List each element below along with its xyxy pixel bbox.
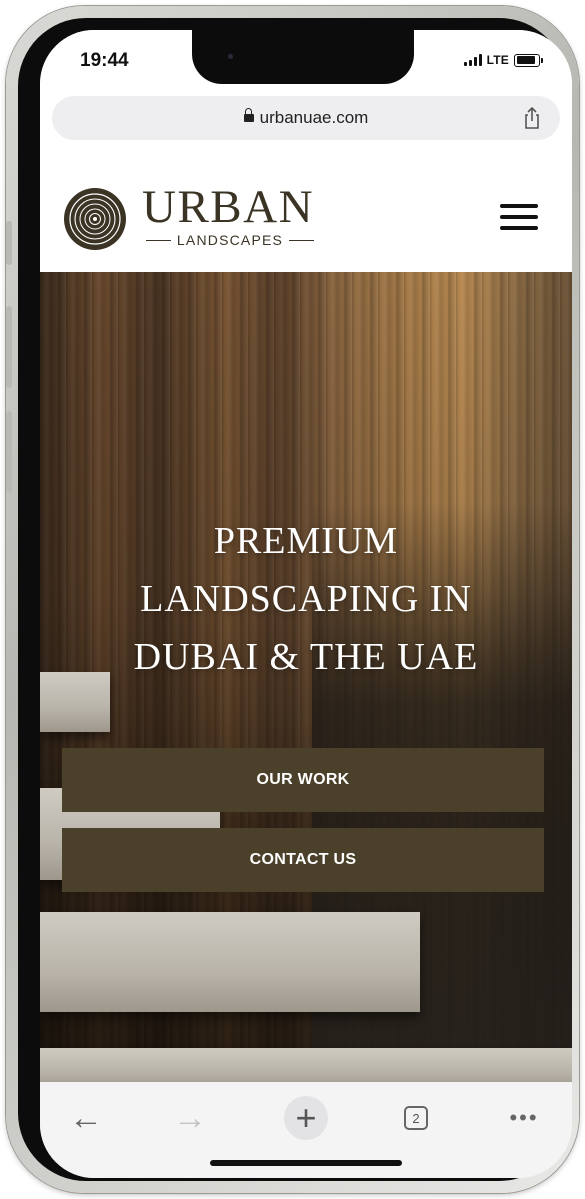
hero-title-line: LANDSCAPING IN bbox=[140, 578, 472, 620]
more-icon[interactable]: ••• bbox=[502, 1096, 546, 1140]
browser-toolbar: ← → + 2 ••• bbox=[40, 1082, 572, 1178]
new-tab-plus-icon[interactable]: + bbox=[284, 1096, 328, 1140]
logo-wordmark: URBAN bbox=[142, 181, 315, 233]
logo-subtitle: LANDSCAPES bbox=[146, 232, 314, 248]
camera-dot bbox=[228, 54, 233, 59]
volume-down-button bbox=[6, 411, 12, 493]
signal-icon bbox=[463, 54, 482, 66]
forward-arrow-icon[interactable]: → bbox=[168, 1096, 212, 1140]
battery-icon bbox=[514, 53, 543, 67]
tab-count: 2 bbox=[404, 1106, 428, 1130]
hero-title-line: DUBAI & THE UAE bbox=[133, 636, 479, 678]
lock-icon bbox=[243, 107, 254, 122]
status-time: 19:44 bbox=[80, 50, 129, 71]
phone-screen: 19:44 LTE urbanuae.com URBAN LANDSCAPES … bbox=[40, 30, 572, 1178]
our-work-button[interactable]: OUR WORK bbox=[62, 748, 544, 812]
hero-section: PREMIUM LANDSCAPING IN DUBAI & THE UAE O… bbox=[40, 272, 572, 1082]
contact-us-button[interactable]: CONTACT US bbox=[62, 828, 544, 892]
stone-step-bottom bbox=[40, 1048, 572, 1082]
hero-title: PREMIUM LANDSCAPING IN DUBAI & THE UAE bbox=[40, 512, 572, 686]
site-logo[interactable]: URBAN LANDSCAPES bbox=[62, 180, 362, 256]
url-text: urbanuae.com bbox=[259, 108, 369, 127]
menu-icon[interactable] bbox=[500, 204, 538, 230]
network-label: LTE bbox=[486, 53, 509, 67]
share-icon[interactable] bbox=[522, 106, 542, 130]
notch bbox=[192, 30, 414, 84]
stone-step-lower bbox=[40, 912, 420, 1012]
mute-switch bbox=[6, 221, 12, 265]
url-display[interactable]: urbanuae.com bbox=[52, 107, 560, 128]
status-indicators: LTE bbox=[463, 53, 543, 67]
status-bar: 19:44 LTE bbox=[40, 30, 572, 92]
hero-title-line: PREMIUM bbox=[213, 520, 399, 562]
back-arrow-icon[interactable]: ← bbox=[64, 1096, 108, 1140]
tree-ring-logo-icon bbox=[64, 188, 126, 250]
logo-subtitle-text: LANDSCAPES bbox=[176, 232, 284, 248]
tabs-icon[interactable]: 2 bbox=[394, 1096, 438, 1140]
volume-up-button bbox=[6, 306, 12, 388]
address-bar[interactable]: urbanuae.com bbox=[52, 96, 560, 140]
site-header: URBAN LANDSCAPES bbox=[40, 152, 572, 272]
home-indicator[interactable] bbox=[210, 1160, 402, 1166]
